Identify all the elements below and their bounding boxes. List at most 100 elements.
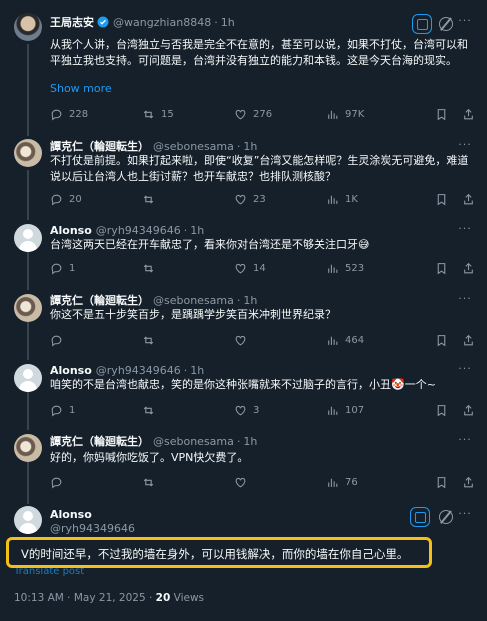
separator: · (183, 223, 188, 237)
reply-button[interactable] (50, 476, 142, 489)
author-handle[interactable]: @ryh94349646 (50, 522, 135, 535)
author-name[interactable]: 王局志安 (50, 14, 94, 30)
timestamp[interactable]: 1h (243, 294, 257, 307)
avatar[interactable] (14, 224, 42, 252)
author-handle[interactable]: @sebonesama (153, 294, 234, 307)
bookmark-icon[interactable] (435, 108, 448, 121)
share-icon[interactable] (462, 108, 475, 121)
separator: · (236, 434, 241, 448)
author-handle[interactable]: @sebonesama (153, 140, 234, 153)
timestamp[interactable]: 1h (190, 224, 204, 237)
timestamp[interactable]: 1h (190, 364, 204, 377)
views-button[interactable]: 76 (326, 476, 418, 489)
action-bar: 20 23 1K (50, 192, 475, 206)
bookmark-icon[interactable] (435, 476, 448, 489)
share-icon[interactable] (462, 262, 475, 275)
avatar[interactable] (14, 294, 42, 322)
heart-icon (235, 194, 246, 204)
hide-reply-icon[interactable] (439, 510, 453, 524)
tweet-text: 不打仗是前提。如果打起来啦，即使“收复”台湾又能怎样呢？生灵涂炭无可避免，难道说… (50, 154, 469, 183)
more-options-icon[interactable]: ··· (457, 15, 473, 32)
tweet[interactable]: 譚克仁（輪廻転生） @sebonesama · 1h ··· 好的，你妈喊你吃饭… (0, 428, 487, 500)
views-button[interactable]: 1K (326, 193, 418, 206)
like-button[interactable]: 3 (234, 404, 326, 417)
views-button[interactable]: 97K (326, 108, 418, 121)
hide-reply-icon[interactable] (439, 17, 453, 31)
reply-button[interactable]: 1 (50, 262, 142, 275)
timestamp[interactable]: 1h (243, 435, 257, 448)
like-button[interactable]: 23 (234, 193, 326, 206)
like-button[interactable]: 14 (234, 262, 326, 275)
repost-icon (143, 194, 154, 204)
author-name[interactable]: Alonso (50, 224, 92, 237)
author-handle[interactable]: @ryh94349646 (96, 224, 181, 237)
bookmark-icon[interactable] (435, 193, 448, 206)
author-handle[interactable]: @wangzhian8848 (113, 16, 211, 29)
repost-button[interactable] (142, 404, 234, 417)
share-icon[interactable] (462, 404, 475, 417)
tweet[interactable]: 譚克仁（輪廻転生） @sebonesama · 1h ··· 不打仗是前提。如果… (0, 130, 487, 218)
share-icon[interactable] (462, 334, 475, 347)
post-timestamp[interactable]: 10:13 AM · May 21, 2025 · (14, 592, 156, 604)
like-count: 276 (253, 108, 273, 120)
like-button[interactable]: 276 (234, 108, 326, 121)
views-chart-icon (328, 195, 338, 204)
avatar[interactable] (14, 506, 42, 534)
tweet-text: 从我个人讲，台湾独立与否我是完全不在意的，甚至可以说，如果不打仗，台湾可以和平独… (50, 38, 468, 67)
tweet[interactable]: Alonso @ryh94349646 · 1h ··· 咱笑的不是台湾也献忠，… (0, 358, 487, 428)
more-options-icon[interactable]: ··· (457, 434, 473, 451)
views-chart-icon (328, 336, 338, 345)
bookmark-icon[interactable] (435, 334, 448, 347)
like-count: 3 (253, 404, 260, 416)
share-icon[interactable] (462, 476, 475, 489)
repost-button[interactable] (142, 262, 234, 275)
views-chart-icon (328, 110, 338, 119)
author-name[interactable]: 譚克仁（輪廻転生） (50, 433, 149, 449)
avatar[interactable] (14, 434, 42, 462)
views-label: Views (170, 592, 205, 604)
grok-icon[interactable] (410, 507, 430, 527)
timestamp[interactable]: 1h (243, 140, 257, 153)
author-name[interactable]: Alonso (50, 364, 92, 377)
reply-icon (51, 335, 62, 346)
views-chart-icon (328, 406, 338, 415)
author-handle[interactable]: @ryh94349646 (96, 364, 181, 377)
reply-button[interactable] (50, 334, 142, 347)
author-name[interactable]: 譚克仁（輪廻転生） (50, 292, 149, 308)
bookmark-icon[interactable] (435, 404, 448, 417)
views-count: 20 (155, 592, 171, 604)
action-bar: 1 3 107 (50, 403, 475, 417)
views-button[interactable]: 107 (326, 404, 418, 417)
tweet-meta: 10:13 AM · May 21, 2025 · 20 Views (14, 592, 204, 604)
views-button[interactable]: 523 (326, 262, 418, 275)
tweet[interactable]: 譚克仁（輪廻転生） @sebonesama · 1h ··· 你这不是五十步笑百… (0, 288, 487, 358)
repost-button[interactable] (142, 334, 234, 347)
repost-icon (143, 405, 154, 415)
reply-button[interactable]: 20 (50, 193, 142, 206)
author-name[interactable]: 譚克仁（輪廻転生） (50, 138, 149, 154)
reply-count: 1 (69, 262, 76, 274)
reply-button[interactable]: 228 (50, 108, 142, 121)
tweet[interactable]: Alonso @ryh94349646 · 1h ··· 台湾这两天已经在开车献… (0, 218, 487, 288)
heart-icon (235, 335, 246, 345)
avatar[interactable] (14, 364, 42, 392)
reply-button[interactable]: 1 (50, 404, 142, 417)
avatar[interactable] (14, 13, 42, 41)
repost-button[interactable]: 15 (142, 108, 234, 121)
author-name[interactable]: Alonso (50, 508, 92, 521)
grok-icon[interactable] (412, 14, 432, 34)
share-icon[interactable] (462, 193, 475, 206)
repost-button[interactable] (142, 476, 234, 489)
show-more-link[interactable]: Show more (50, 82, 112, 95)
bookmark-icon[interactable] (435, 262, 448, 275)
tweet[interactable]: 王局志安 @wangzhian8848 · 1h ··· 从我个人讲，台湾独立与… (0, 0, 487, 130)
like-button[interactable] (234, 476, 326, 489)
reply-count: 228 (69, 108, 89, 120)
avatar[interactable] (14, 139, 42, 167)
author-handle[interactable]: @sebonesama (153, 435, 234, 448)
more-options-icon[interactable]: ··· (457, 508, 473, 525)
repost-button[interactable] (142, 193, 234, 206)
like-button[interactable] (234, 334, 326, 347)
views-button[interactable]: 464 (326, 334, 418, 347)
timestamp[interactable]: 1h (221, 16, 235, 29)
